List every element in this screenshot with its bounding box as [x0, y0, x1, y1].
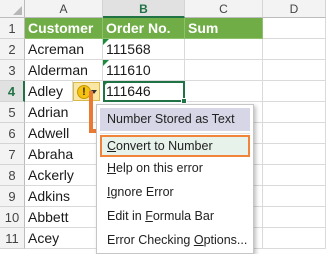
header-cell-customer[interactable]: Customer — [25, 18, 103, 39]
cell-d[interactable] — [263, 39, 326, 60]
menu-title-number-stored-as-text: Number Stored as Text — [100, 108, 250, 131]
cell-d[interactable] — [263, 60, 326, 81]
cell-d[interactable] — [263, 228, 326, 249]
cell-d[interactable] — [263, 207, 326, 228]
cell-d[interactable] — [263, 186, 326, 207]
menu-item-help-on-this-error[interactable]: Help on this error — [100, 157, 250, 179]
order-no-value: 111610 — [106, 62, 151, 78]
row-header-6[interactable]: 6 — [0, 123, 25, 144]
row-header-11[interactable]: 11 — [0, 228, 25, 249]
menu-item-convert-to-number[interactable]: Convert to Number — [100, 135, 250, 157]
row-header-7[interactable]: 7 — [0, 144, 25, 165]
menu-item-error-checking-options[interactable]: Error Checking Options... — [100, 229, 250, 251]
customer-cell[interactable]: Ackerly — [25, 165, 96, 186]
customer-cell[interactable]: Adley — [25, 81, 73, 102]
row-header-8[interactable]: 8 — [0, 165, 25, 186]
customer-cell[interactable]: Alderman — [25, 60, 103, 81]
row-header-1[interactable]: 1 — [0, 18, 25, 39]
row-header-4[interactable]: 4 — [0, 81, 25, 102]
order-no-cell[interactable]: 111610 — [103, 60, 185, 81]
row-header-10[interactable]: 10 — [0, 207, 25, 228]
customer-cell[interactable]: Abraha — [25, 144, 96, 165]
column-header-a[interactable]: A — [25, 0, 103, 18]
cell-d[interactable] — [263, 144, 326, 165]
column-header-c[interactable]: C — [185, 0, 263, 18]
customer-cell[interactable]: Adrian — [25, 102, 96, 123]
cell-d[interactable] — [263, 102, 326, 123]
header-cell-sum[interactable]: Sum — [185, 18, 263, 39]
menu-item-ignore-error[interactable]: Ignore Error — [100, 181, 250, 203]
error-indicator-icon — [103, 39, 109, 45]
sum-cell[interactable] — [254, 165, 263, 186]
sum-cell[interactable] — [254, 186, 263, 207]
sum-cell[interactable] — [254, 144, 263, 165]
row-header-3[interactable]: 3 — [0, 60, 25, 81]
sum-cell[interactable] — [254, 207, 263, 228]
column-header-d[interactable]: D — [263, 0, 326, 18]
spreadsheet: A B C D 1 2 3 4 5 6 7 8 9 10 11 Customer… — [0, 0, 326, 254]
sum-cell[interactable] — [185, 39, 263, 60]
sum-cell[interactable] — [185, 60, 263, 81]
customer-cell[interactable]: Adwell — [25, 123, 96, 144]
customer-cell[interactable]: Acreman — [25, 39, 103, 60]
menu-separator — [100, 133, 250, 134]
menu-item-edit-in-formula-bar[interactable]: Edit in Formula Bar — [100, 205, 250, 227]
row-header-5[interactable]: 5 — [0, 102, 25, 123]
sum-cell[interactable] — [254, 102, 263, 123]
error-indicator-icon — [103, 60, 109, 66]
cell-d[interactable] — [263, 165, 326, 186]
customer-cell[interactable]: Acey — [25, 228, 96, 249]
order-no-value: 111568 — [106, 41, 151, 57]
row-header-2[interactable]: 2 — [0, 39, 25, 60]
active-cell-selection — [103, 81, 185, 102]
sum-cell[interactable] — [254, 228, 263, 249]
sum-cell[interactable] — [254, 123, 263, 144]
sum-cell[interactable] — [185, 81, 263, 102]
customer-cell[interactable]: Adkins — [25, 186, 96, 207]
error-context-menu: Number Stored as Text Convert to Number … — [96, 104, 254, 254]
customer-cell[interactable]: Abbett — [25, 207, 96, 228]
column-header-b[interactable]: B — [103, 0, 185, 18]
order-no-cell[interactable]: 111568 — [103, 39, 185, 60]
cell-d[interactable] — [263, 123, 326, 144]
callout-arrow — [89, 91, 93, 129]
error-checking-button[interactable]: ! — [73, 82, 100, 101]
cell-d[interactable] — [263, 81, 326, 102]
select-all-corner[interactable] — [0, 0, 25, 18]
row-header-9[interactable]: 9 — [0, 186, 25, 207]
cell-d1[interactable] — [263, 18, 326, 39]
header-cell-order-no[interactable]: Order No. — [103, 18, 185, 39]
